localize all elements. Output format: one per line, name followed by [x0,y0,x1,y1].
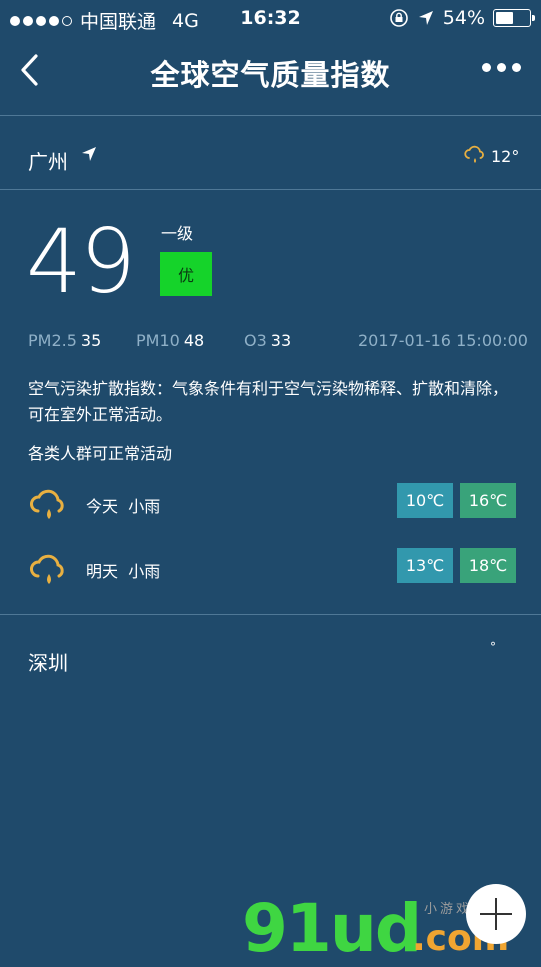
pm10-value: 48 [183,331,205,350]
more-options-icon[interactable] [482,63,521,72]
forecast-label: 明天 小雨 [86,558,160,582]
status-bar: 中国联通 4G 16:32 54% [0,0,541,36]
city-name: 广州 [28,150,68,174]
temp-max-badge: 16℃ [460,483,516,518]
battery-icon [493,9,535,27]
rotation-lock-icon [389,9,408,27]
aqi-level: 一级 [161,224,194,243]
aqi-value: 49 [26,210,136,313]
battery-percent: 54% [442,7,485,29]
rain-cloud-icon [30,554,64,584]
section-divider [0,614,541,615]
status-right: 54% [389,7,535,29]
update-timestamp: 2017-01-16 15:00:00 [358,331,528,350]
city2-temp: ° [490,640,496,654]
nav-bar: 全球空气质量指数 [0,36,541,114]
o3-label: O3 [244,331,267,350]
temp-min-badge: 13℃ [397,548,453,583]
pm10-label: PM10 [136,331,180,350]
pm25-value: 35 [80,331,102,350]
forecast-day: 今天 [86,497,119,516]
add-city-button[interactable] [466,884,526,944]
forecast-row-tomorrow: 明天 小雨 13℃ 18℃ [28,548,518,588]
pm25-label: PM2.5 [28,331,77,350]
aqi-quality-badge: 优 [160,252,212,296]
health-advice: 各类人群可正常活动 [28,444,173,463]
forecast-day: 明天 [86,562,119,581]
temp-min-badge: 10℃ [397,483,453,518]
diffusion-description: 空气污染扩散指数：气象条件有利于空气污染物稀释、扩散和清除，可在室外正常活动。 [28,379,509,424]
watermark-logo: 91ud [242,890,422,967]
o3-value: 33 [270,331,292,350]
rain-cloud-icon [30,489,64,519]
current-temp: 12° [491,147,520,166]
location-arrow-icon [82,147,96,161]
page-title: 全球空气质量指数 [150,58,391,92]
location-arrow-icon [418,11,433,25]
temp-max-badge: 18℃ [460,548,516,583]
city-name-shenzhen[interactable]: 深圳 [28,647,68,676]
pm10-reading: PM10 48 [136,331,204,350]
nav-divider [0,115,541,116]
forecast-weather: 小雨 [128,497,161,516]
forecast-weather: 小雨 [128,562,161,581]
pm25-reading: PM2.5 35 [28,331,101,350]
city-header[interactable]: 广州 12° [0,118,541,188]
city-divider [0,189,541,190]
rain-cloud-icon [464,145,484,163]
o3-reading: O3 33 [244,331,291,350]
forecast-label: 今天 小雨 [86,493,160,517]
forecast-row-today: 今天 小雨 10℃ 16℃ [28,483,518,523]
